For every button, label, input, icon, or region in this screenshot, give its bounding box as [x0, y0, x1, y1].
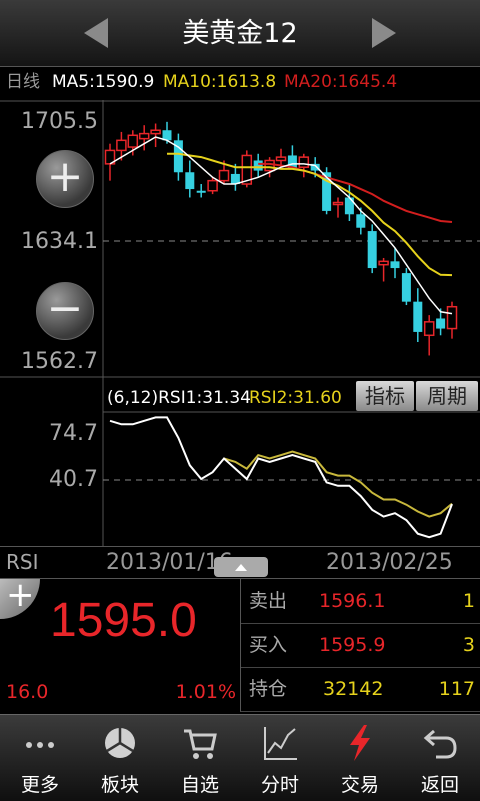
ma10-line	[167, 152, 453, 277]
indicator-name: RSI	[6, 550, 39, 574]
period-button[interactable]: 周期	[416, 381, 478, 411]
price-axis-mid: 1634.1	[21, 229, 98, 254]
page-title: 美黄金12	[182, 18, 298, 49]
rsi-axis-mid: 40.7	[49, 467, 98, 492]
bottom-toolbar: 更多 板块 自选 分时 交易 返回	[0, 714, 480, 801]
toolbar-sector-button[interactable]: 板块	[80, 715, 160, 801]
candle-body	[127, 134, 139, 148]
more-dots-icon	[26, 742, 54, 748]
zoom-in-button[interactable]: +	[36, 150, 94, 208]
bid-volume: 3	[462, 634, 475, 656]
candle-body	[436, 318, 446, 329]
toolbar-trade-label: 交易	[340, 774, 379, 796]
ask-price: 1596.1	[319, 590, 386, 612]
price-axis-top: 1705.5	[21, 109, 98, 134]
open-interest-label: 持仓	[249, 678, 288, 700]
bid-label: 买入	[249, 634, 288, 656]
candle-body	[356, 214, 366, 228]
bid-price: 1595.9	[319, 634, 386, 656]
add-icon: +	[6, 575, 35, 615]
ma20-value: MA20:1645.4	[284, 72, 398, 92]
price-axis-bottom: 1562.7	[21, 349, 98, 374]
candle-body	[185, 172, 195, 190]
candle-body	[390, 261, 400, 269]
candle-body	[332, 201, 344, 206]
sector-pie-icon	[105, 728, 135, 758]
candle-body	[378, 260, 389, 266]
toolbar-back-label: 返回	[420, 774, 459, 796]
quote-panel: + 1595.0 16.0 1.01%	[0, 575, 240, 711]
ask-volume: 1	[462, 590, 475, 612]
ma10-value: MA10:1613.8	[163, 72, 277, 92]
toolbar-watchlist-button[interactable]: 自选	[160, 715, 240, 801]
candle-body	[344, 197, 354, 215]
candle-body	[218, 169, 230, 182]
zoom-out-button[interactable]: −	[36, 282, 94, 340]
open-interest-row: 持仓 32142 117	[240, 667, 480, 712]
candle-body	[253, 160, 263, 171]
ma20-line	[258, 162, 453, 223]
price-change-pct: 1.01%	[175, 681, 236, 703]
next-contract-icon[interactable]	[362, 14, 402, 52]
toolbar-timeline-label: 分时	[260, 774, 299, 796]
period-label: 日线	[6, 72, 40, 92]
candle-body	[207, 179, 218, 192]
toolbar-more-label: 更多	[20, 774, 59, 796]
ma-legend-row: 日线 MA5:1590.9 MA10:1613.8 MA20:1645.4	[0, 66, 480, 98]
rsi1-line	[109, 416, 453, 539]
back-arrow-icon	[423, 729, 457, 759]
add-favorite-button[interactable]: +	[0, 575, 40, 619]
lightning-icon	[350, 725, 370, 761]
candle-body	[401, 273, 411, 302]
candle-body	[196, 190, 206, 193]
open-interest-value: 32142	[323, 678, 384, 700]
candle-body	[116, 139, 127, 152]
ma5-value: MA5:1590.9	[52, 72, 155, 92]
candle-body	[150, 129, 161, 135]
minus-icon: −	[46, 283, 84, 334]
indicator-button[interactable]: 指标	[356, 381, 414, 411]
timeline-chart-icon	[264, 727, 297, 760]
rsi-params: (6,12)RSI1:31.34	[107, 388, 251, 408]
end-date: 2013/02/25	[326, 550, 453, 575]
expand-panel-button[interactable]	[214, 557, 268, 577]
last-price: 1595.0	[50, 594, 197, 647]
rsi-axis-top: 74.7	[49, 421, 98, 446]
chevron-up-icon	[235, 564, 247, 571]
candle-body	[275, 156, 287, 162]
cart-icon	[184, 729, 217, 759]
rsi2-line	[223, 450, 453, 518]
toolbar-back-button[interactable]: 返回	[400, 715, 480, 801]
ask-label: 卖出	[249, 590, 288, 612]
candle-body	[264, 159, 275, 172]
candle-body	[446, 305, 458, 330]
toolbar-more-button[interactable]: 更多	[0, 715, 80, 801]
candle-body	[423, 321, 435, 337]
candle-body	[138, 132, 150, 140]
rsi2-value: RSI2:31.60	[249, 388, 342, 408]
toolbar-sector-label: 板块	[100, 774, 139, 796]
bid-row: 买入 1595.9 3	[240, 623, 480, 668]
ask-row: 卖出 1596.1 1	[240, 579, 480, 624]
price-change: 16.0	[6, 681, 49, 703]
date-axis-row: RSI 2013/01/16 2013/02/25	[0, 546, 480, 579]
toolbar-timeline-button[interactable]: 分时	[240, 715, 320, 801]
open-interest-change: 117	[438, 678, 475, 700]
order-book: 卖出 1596.1 1 买入 1595.9 3 持仓 32142 117	[240, 578, 480, 712]
toolbar-watchlist-label: 自选	[180, 774, 219, 796]
candle-body	[298, 156, 310, 168]
toolbar-trade-button[interactable]: 交易	[320, 715, 400, 801]
candle-body	[367, 231, 377, 269]
plus-icon: +	[46, 151, 84, 202]
candle-body	[413, 301, 423, 332]
candle-series	[104, 121, 458, 356]
